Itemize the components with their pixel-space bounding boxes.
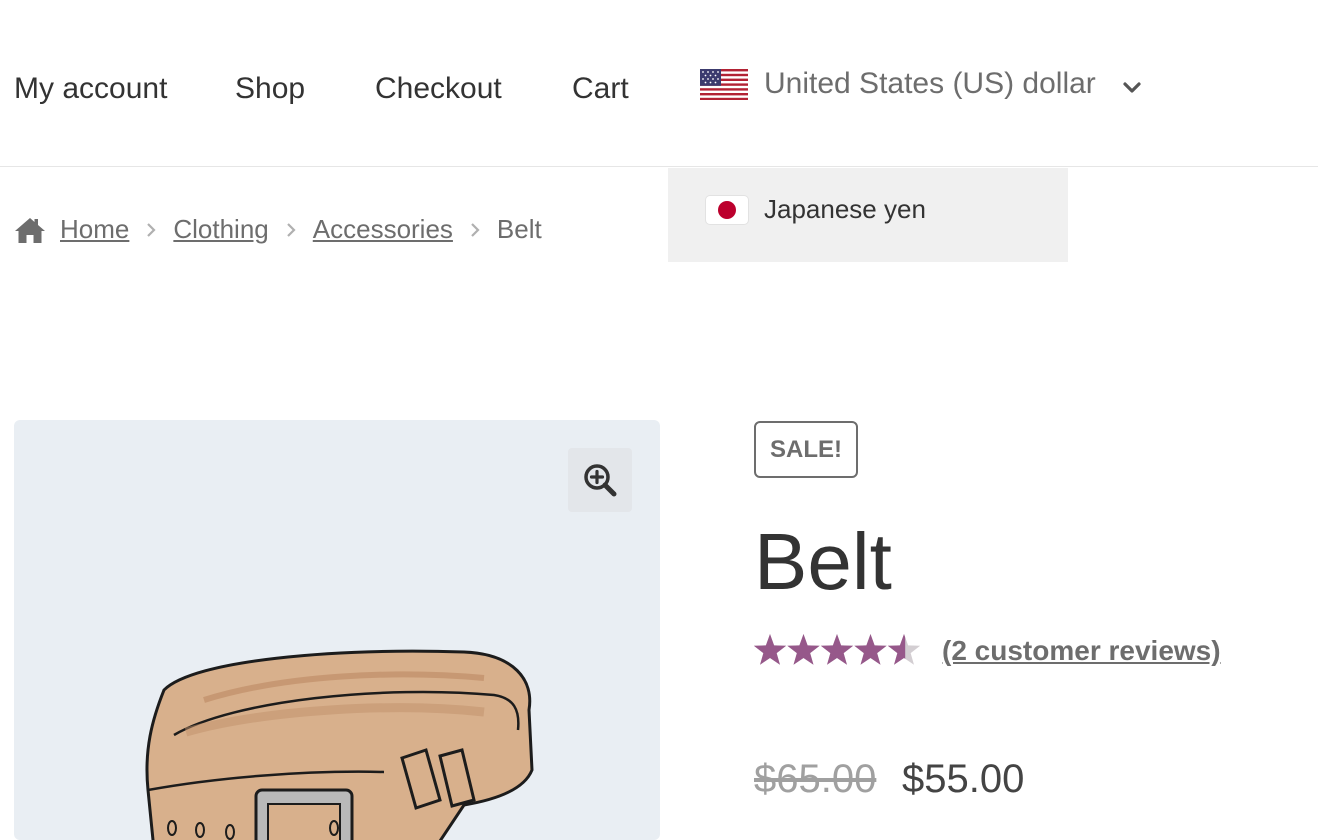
star-filled-icon xyxy=(754,634,787,665)
jp-flag-icon xyxy=(706,195,748,224)
customer-reviews-link[interactable]: (2 customer reviews) xyxy=(942,632,1221,670)
regular-price: $65.00 xyxy=(754,757,877,801)
stars-filled xyxy=(754,634,906,665)
chevron-right-icon xyxy=(286,222,296,237)
currency-switcher[interactable]: United States (US) dollar xyxy=(700,62,1096,106)
nav-my-account[interactable]: My account xyxy=(14,70,167,108)
currency-selected-label[interactable]: United States (US) dollar xyxy=(764,67,1096,101)
currency-dropdown: Japanese yen xyxy=(668,168,1068,262)
star-filled-icon xyxy=(787,634,820,665)
sale-price: $55.00 xyxy=(902,757,1025,801)
belt-product-image xyxy=(145,649,534,840)
zoom-button[interactable] xyxy=(568,448,632,512)
nav-cart[interactable]: Cart xyxy=(572,70,629,108)
star-filled-icon xyxy=(820,634,854,665)
breadcrumb-accessories[interactable]: Accessories xyxy=(313,214,453,245)
nav-shop[interactable]: Shop xyxy=(235,70,305,108)
chevron-down-icon[interactable] xyxy=(1122,78,1142,98)
chevron-right-icon xyxy=(471,222,480,237)
product-title: Belt xyxy=(754,517,892,606)
star-filled-icon xyxy=(854,634,887,665)
chevron-right-icon xyxy=(147,222,156,237)
currency-option-label[interactable]: Japanese yen xyxy=(764,194,926,225)
us-flag-icon xyxy=(700,68,748,100)
breadcrumb-clothing[interactable]: Clothing xyxy=(173,214,268,245)
nav-checkout[interactable]: Checkout xyxy=(375,70,502,108)
breadcrumb: Home Clothing Accessories Belt xyxy=(14,214,542,245)
product-gallery[interactable] xyxy=(14,420,660,840)
star-rating xyxy=(754,634,921,665)
site-header: My account Shop Checkout Cart United Sta… xyxy=(0,0,1318,167)
currency-option-japanese-yen[interactable]: Japanese yen xyxy=(706,194,926,225)
home-icon[interactable] xyxy=(14,216,46,244)
breadcrumb-home[interactable]: Home xyxy=(60,214,129,245)
zoom-in-icon xyxy=(584,464,617,497)
sale-badge: SALE! xyxy=(754,421,858,478)
breadcrumb-current: Belt xyxy=(496,214,542,244)
